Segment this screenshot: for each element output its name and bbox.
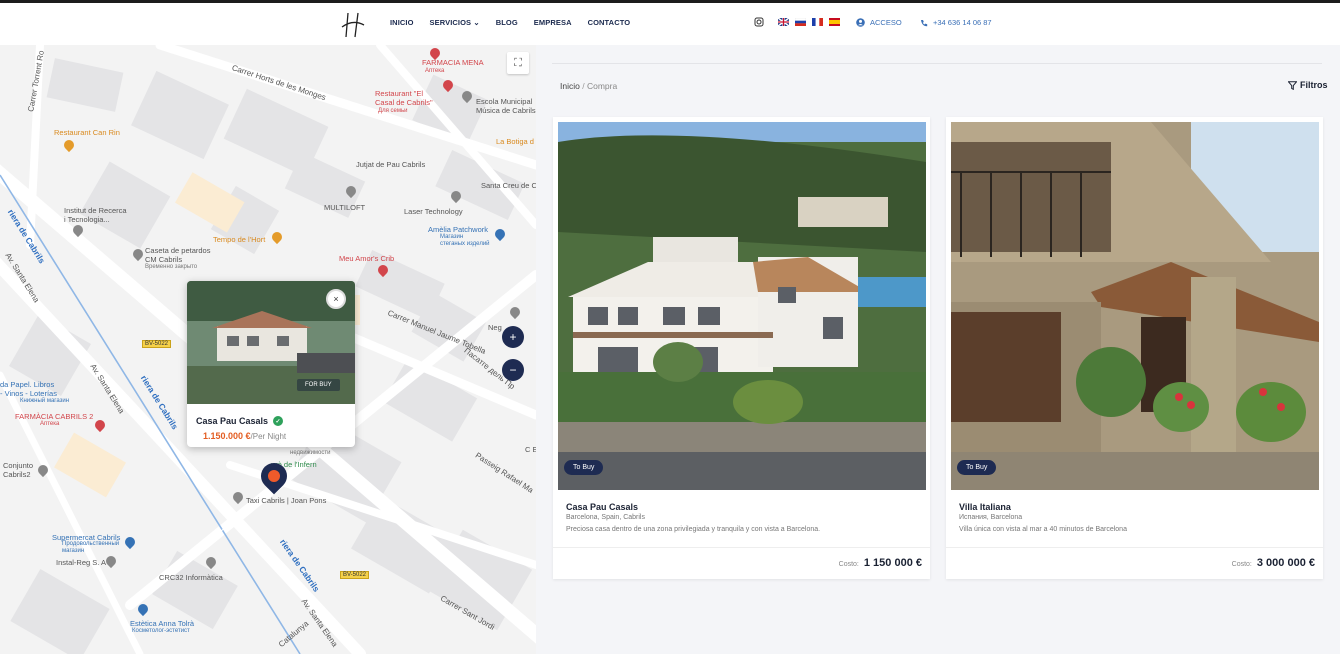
fullscreen-button[interactable]: ⛶ bbox=[507, 52, 529, 74]
popup-price-value: 1.150.000 € bbox=[203, 431, 251, 441]
nav-servicios-label: SERVICIOS bbox=[429, 18, 472, 27]
site-header: INICIO SERVICIOS ⌄ BLOG EMPRESA CONTACTO… bbox=[0, 3, 1340, 45]
map-label-crc32[interactable]: CRC32 Informàtica bbox=[159, 573, 223, 582]
breadcrumb-home[interactable]: Inicio bbox=[560, 81, 580, 91]
card-location: Barcelona, Spain, Cabrils bbox=[566, 514, 645, 521]
phone-number: +34 636 14 06 87 bbox=[933, 18, 992, 27]
card-title[interactable]: Villa Italiana bbox=[959, 502, 1011, 512]
map-label-supermercat-sub: Продовольственный магазин bbox=[62, 541, 120, 555]
card-cost: Costo: 1 150 000 € bbox=[839, 557, 922, 569]
main-nav: INICIO SERVICIOS ⌄ BLOG EMPRESA CONTACTO bbox=[390, 18, 630, 27]
map-label-amelia-sub: Магазин стеганых изделий bbox=[440, 234, 490, 248]
road-sign-bv5022-2: BV-5022 bbox=[340, 571, 370, 579]
popup-title-text: Casa Pau Casals bbox=[196, 416, 269, 426]
map-label-estetica-sub: Косметолог-эстетист bbox=[132, 628, 190, 634]
map-label-la-botiga[interactable]: La Botiga d bbox=[496, 137, 534, 146]
zoom-in-button[interactable]: + bbox=[502, 326, 524, 348]
map-label-restaurant-can-rin[interactable]: Restaurant Can Rin bbox=[54, 128, 120, 137]
map-label-farmacia-mena-sub: Аптека bbox=[425, 68, 445, 74]
popup-price-unit: /Per Night bbox=[250, 432, 287, 441]
map-label-caseta[interactable]: Caseta de petardos CM Cabrils bbox=[145, 246, 210, 264]
chevron-down-icon: ⌄ bbox=[473, 18, 480, 27]
map-label-laser[interactable]: Laser Technology bbox=[404, 207, 463, 216]
breadcrumb: Inicio / Compra bbox=[560, 81, 617, 91]
breadcrumb-current: Compra bbox=[586, 81, 618, 91]
divider bbox=[552, 63, 1322, 64]
acceso-label: ACCESO bbox=[870, 18, 902, 27]
cost-value: 3 000 000 € bbox=[1256, 557, 1315, 569]
nav-empresa[interactable]: EMPRESA bbox=[534, 18, 572, 27]
map-label-papel[interactable]: da Papel. Libros - Vinos - Loterías bbox=[0, 380, 57, 398]
map-label-estetica[interactable]: Estètica Anna Tolrà bbox=[130, 619, 194, 628]
map-label-institut[interactable]: Institut de Recerca i Tecnologia... bbox=[64, 206, 127, 224]
map-label-amelia[interactable]: Amèlia Patchwork bbox=[428, 225, 488, 234]
card-title[interactable]: Casa Pau Casals bbox=[566, 502, 638, 512]
map-label-multiloft[interactable]: MULTILOFT bbox=[324, 203, 365, 212]
property-photo-casa-pau-casals[interactable] bbox=[558, 122, 926, 490]
road-sign-bv5022-1: BV-5022 bbox=[142, 340, 172, 348]
map-label-caseta-sub: Временно закрыто bbox=[145, 264, 198, 270]
map-label-neg[interactable]: Neg bbox=[488, 323, 502, 332]
flag-es-icon[interactable] bbox=[829, 18, 840, 26]
map-label-santa-creu[interactable]: Santa Creu de C bbox=[481, 181, 536, 190]
logo[interactable] bbox=[338, 11, 368, 39]
card-divider bbox=[553, 547, 930, 548]
map-label-jutjat[interactable]: Jutjat de Pau Cabrils bbox=[356, 160, 425, 169]
instagram-icon[interactable] bbox=[754, 17, 764, 27]
card-description: Villa única con vista al mar a 40 minuto… bbox=[959, 526, 1127, 533]
popup-title[interactable]: Casa Pau Casals ✓ bbox=[196, 416, 284, 426]
filter-icon bbox=[1288, 80, 1297, 90]
phone-icon bbox=[921, 19, 928, 26]
card-cost: Costo: 3 000 000 € bbox=[1232, 557, 1315, 569]
card-location: Испания, Barcelona bbox=[959, 514, 1023, 521]
nav-contacto[interactable]: CONTACTO bbox=[588, 18, 631, 27]
cost-label: Costo: bbox=[1231, 561, 1252, 568]
map-label-restaurant-casal-sub: Для семьи bbox=[378, 108, 408, 114]
popup-close-button[interactable]: × bbox=[326, 289, 346, 309]
map-property-popup[interactable]: × FOR BUY Casa Pau Casals ✓ 1.150.000 €/… bbox=[187, 281, 355, 447]
map-label-restaurant-casal[interactable]: Restaurant "El Casal de Cabrils" bbox=[375, 89, 433, 107]
property-photo-villa-italiana[interactable] bbox=[951, 122, 1319, 490]
filters-button[interactable]: Filtros bbox=[1288, 80, 1328, 90]
map-label-tempo[interactable]: Tempo de l'Hort bbox=[213, 235, 265, 244]
phone-link[interactable]: +34 636 14 06 87 bbox=[920, 18, 992, 27]
cost-value: 1 150 000 € bbox=[863, 557, 922, 569]
card-divider bbox=[946, 547, 1323, 548]
map-label-meu-amor[interactable]: Meu Amor's Crib bbox=[339, 254, 394, 263]
card-badge: To Buy bbox=[564, 460, 604, 475]
nav-inicio[interactable]: INICIO bbox=[390, 18, 414, 27]
map-label-farmacia-mena[interactable]: FARMACIA MENA bbox=[422, 58, 484, 67]
acceso-link[interactable]: ACCESO bbox=[856, 18, 902, 27]
zoom-out-button[interactable]: − bbox=[502, 359, 524, 381]
user-icon bbox=[856, 18, 865, 27]
popup-tag: FOR BUY bbox=[297, 379, 340, 391]
listing-panel: Inicio / Compra Filtros To Buy Casa Pau … bbox=[536, 45, 1340, 654]
card-badge: To Buy bbox=[957, 460, 997, 475]
property-card[interactable]: To Buy Casa Pau Casals Barcelona, Spain,… bbox=[553, 117, 930, 579]
map-label-escola[interactable]: Escola Municipal Música de Cabrils bbox=[476, 97, 536, 115]
nav-blog[interactable]: BLOG bbox=[496, 18, 518, 27]
flag-ru-icon[interactable] bbox=[795, 18, 806, 26]
map-label-papel-sub: Книжный магазин bbox=[20, 398, 70, 404]
map-label-conjunto[interactable]: Conjunto Cabrils2 bbox=[3, 461, 33, 479]
map-label-farmacia-cabrils-sub: Аптека bbox=[40, 421, 60, 427]
property-card[interactable]: To Buy Villa Italiana Испания, Barcelona… bbox=[946, 117, 1323, 579]
map-label-taxi[interactable]: Taxi Cabrils | Joan Pons bbox=[246, 496, 326, 505]
map-label-farmacia-cabrils[interactable]: FARMÀCIA CABRILS 2 bbox=[15, 412, 93, 421]
cost-label: Costo: bbox=[838, 561, 859, 568]
filters-label: Filtros bbox=[1300, 80, 1328, 90]
header-icons bbox=[754, 17, 840, 27]
nav-servicios[interactable]: SERVICIOS ⌄ bbox=[430, 18, 480, 27]
flag-fr-icon[interactable] bbox=[812, 18, 823, 26]
verified-check-icon: ✓ bbox=[273, 416, 284, 426]
popup-price: 1.150.000 €/Per Night bbox=[203, 431, 286, 441]
flag-en-icon[interactable] bbox=[778, 18, 789, 26]
card-description: Preciosa casa dentro de una zona privile… bbox=[566, 526, 821, 533]
map-label-ce[interactable]: C E bbox=[525, 445, 536, 454]
breadcrumb-separator: / bbox=[582, 81, 585, 91]
map-label-instal[interactable]: Instal-Reg S. A bbox=[56, 558, 106, 567]
map-panel[interactable]: ⛶ FARMACIA MENA Аптека Restaurant "El Ca… bbox=[0, 45, 536, 654]
